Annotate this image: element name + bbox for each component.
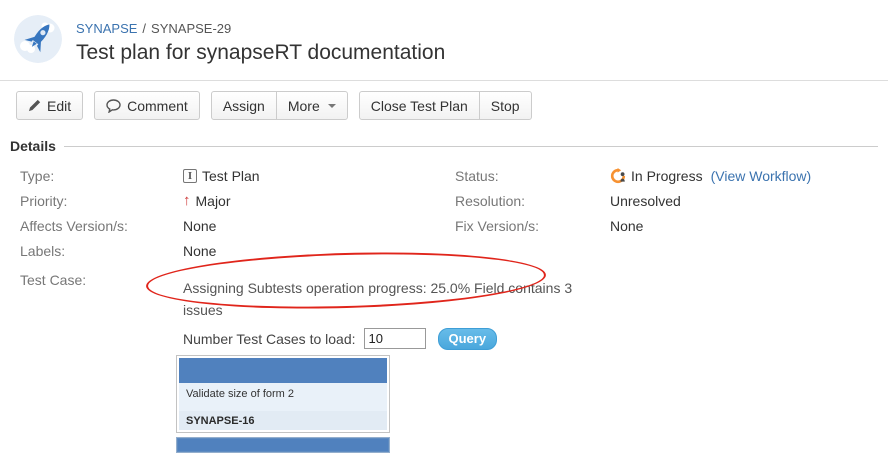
load-count-label: Number Test Cases to load: — [183, 331, 356, 347]
field-test-case-label: Test Case: — [20, 268, 183, 293]
field-status-value: In Progress — [631, 168, 703, 184]
comment-button[interactable]: Comment — [94, 91, 200, 120]
project-avatar-rocket-icon — [14, 15, 62, 63]
details-right-column: Status: In Progress (View Workflow) Reso… — [455, 163, 878, 263]
stop-button[interactable]: Stop — [479, 91, 532, 120]
priority-major-arrow-up-icon: ↑ — [183, 194, 191, 208]
load-count-input[interactable] — [364, 328, 426, 349]
field-fix-versions: Fix Version/s: None — [455, 213, 878, 238]
test-case-loader: Number Test Cases to load: Query — [183, 327, 575, 350]
field-status: Status: In Progress (View Workflow) — [455, 163, 878, 188]
details-module: Details Type: I Test Plan Priority: ↑ Ma… — [10, 138, 878, 453]
close-test-plan-label: Close Test Plan — [371, 98, 468, 114]
details-heading-rule — [64, 146, 878, 147]
field-labels-label: Labels: — [20, 243, 183, 259]
pencil-icon — [28, 99, 41, 112]
test-case-summary-cell[interactable]: Validate size of form 2 — [179, 383, 387, 411]
stop-button-label: Stop — [491, 98, 520, 114]
comment-button-label: Comment — [127, 98, 188, 114]
breadcrumb: SYNAPSE / SYNAPSE-29 — [76, 21, 445, 36]
field-priority-value: Major — [196, 193, 231, 209]
field-status-label: Status: — [455, 168, 610, 184]
field-affects-versions-value: None — [183, 218, 216, 234]
edit-button[interactable]: Edit — [16, 91, 83, 120]
field-labels-value: None — [183, 243, 216, 259]
workflow-button-group: Assign More — [211, 91, 348, 120]
details-left-column: Type: I Test Plan Priority: ↑ Major Affe… — [20, 163, 455, 263]
assign-button[interactable]: Assign — [211, 91, 277, 120]
breadcrumb-separator: / — [142, 21, 146, 36]
view-workflow-link[interactable]: (View Workflow) — [711, 168, 812, 184]
test-case-panel: Assigning Subtests operation progress: 2… — [183, 268, 575, 453]
subtests-progress-text: Assigning Subtests operation progress: 2… — [183, 277, 575, 321]
speech-bubble-icon — [106, 99, 121, 113]
next-test-case-card — [176, 437, 390, 453]
field-affects-versions-label: Affects Version/s: — [20, 218, 183, 234]
more-button[interactable]: More — [276, 91, 348, 120]
transition-button-group: Close Test Plan Stop — [359, 91, 532, 120]
next-test-case-card-header — [178, 439, 388, 451]
page-title: Test plan for synapseRT documentation — [76, 41, 445, 65]
test-case-key-cell[interactable]: SYNAPSE-16 — [179, 411, 387, 430]
breadcrumb-issue-key: SYNAPSE-29 — [151, 21, 231, 36]
field-priority-label: Priority: — [20, 193, 183, 209]
test-plan-icon: I — [183, 169, 197, 183]
field-fix-versions-label: Fix Version/s: — [455, 218, 610, 234]
edit-button-label: Edit — [47, 98, 71, 114]
chevron-down-icon — [328, 104, 336, 108]
field-type-label: Type: — [20, 168, 183, 184]
breadcrumb-project-link[interactable]: SYNAPSE — [76, 21, 137, 36]
issue-toolbar: Edit Comment Assign More Close Test Plan… — [16, 91, 532, 120]
field-resolution-label: Resolution: — [455, 193, 610, 209]
more-button-label: More — [288, 98, 320, 114]
field-affects-versions: Affects Version/s: None — [20, 213, 455, 238]
field-labels: Labels: None — [20, 238, 455, 263]
test-case-table-header — [179, 358, 387, 383]
field-resolution: Resolution: Unresolved — [455, 188, 878, 213]
assign-button-label: Assign — [223, 98, 265, 114]
field-test-case: Test Case: Assigning Subtests operation … — [10, 268, 878, 453]
field-fix-versions-value: None — [610, 218, 643, 234]
in-progress-icon — [610, 168, 626, 184]
field-type: Type: I Test Plan — [20, 163, 455, 188]
test-case-table: Validate size of form 2 SYNAPSE-16 — [176, 355, 390, 433]
field-priority: Priority: ↑ Major — [20, 188, 455, 213]
details-heading-label: Details — [10, 138, 56, 154]
field-resolution-value: Unresolved — [610, 193, 681, 209]
query-button[interactable]: Query — [438, 328, 498, 350]
details-heading: Details — [10, 138, 878, 154]
issue-header: SYNAPSE / SYNAPSE-29 Test plan for synapse… — [0, 0, 888, 81]
field-type-value: Test Plan — [202, 168, 260, 184]
close-test-plan-button[interactable]: Close Test Plan — [359, 91, 480, 120]
